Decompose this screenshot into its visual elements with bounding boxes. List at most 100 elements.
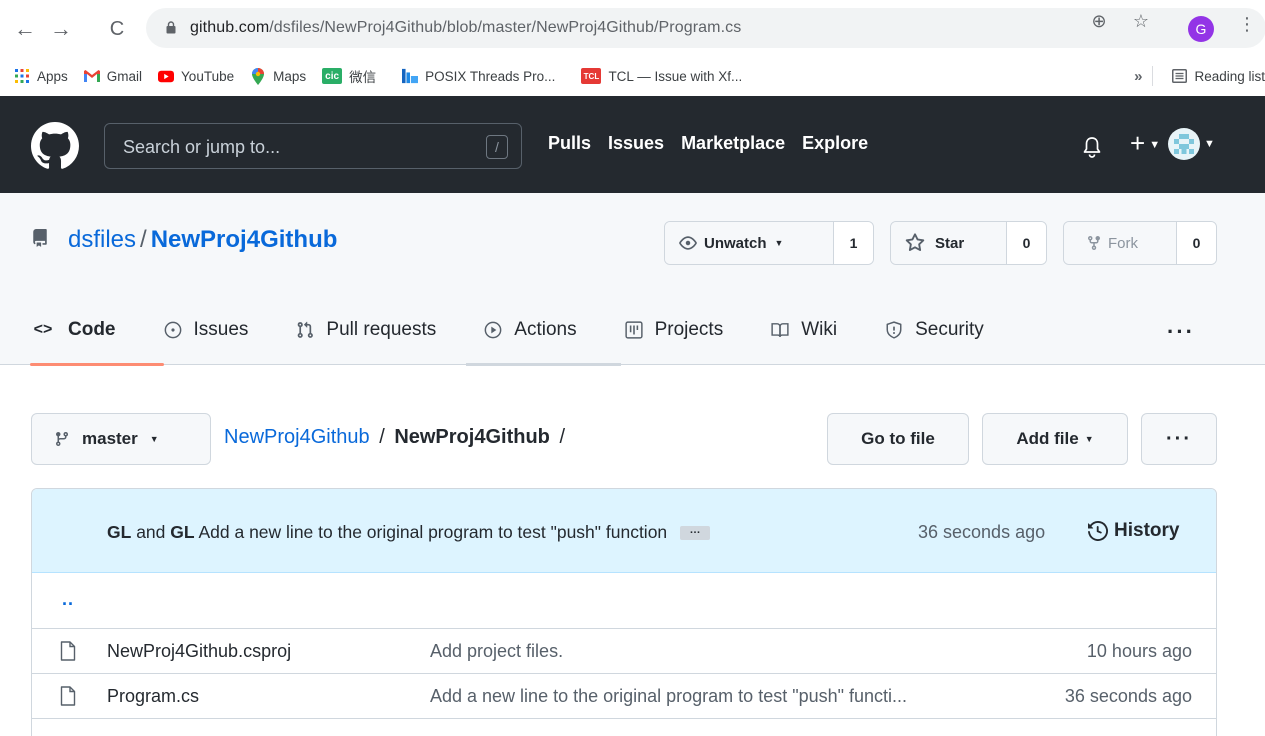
- posix-icon: [402, 68, 419, 84]
- commit-author-2[interactable]: GL: [170, 522, 194, 542]
- github-nav: Pulls Issues Marketplace Explore: [548, 133, 885, 154]
- nav-pulls[interactable]: Pulls: [548, 133, 591, 154]
- breadcrumb-sep: /: [379, 426, 385, 448]
- file-icon: [60, 641, 76, 661]
- github-header: Search or jump to... / Pulls Issues Mark…: [0, 96, 1265, 193]
- breadcrumb: NewProj4Github / NewProj4Github /: [224, 426, 565, 449]
- caret-down-icon: ▼: [1204, 138, 1215, 150]
- search-input[interactable]: Search or jump to... /: [104, 123, 522, 169]
- nav-issues[interactable]: Issues: [608, 133, 664, 154]
- repo-owner-link[interactable]: dsfiles: [68, 226, 136, 253]
- shield-icon: [886, 321, 902, 339]
- history-link[interactable]: History: [1088, 520, 1179, 542]
- repo-name-link[interactable]: NewProj4Github: [151, 226, 338, 253]
- user-menu-button[interactable]: ▼: [1168, 128, 1215, 160]
- commit-message[interactable]: Add a new line to the original program t…: [198, 522, 667, 542]
- profile-avatar[interactable]: G: [1188, 16, 1214, 42]
- play-icon: [484, 321, 502, 339]
- file-list: GL and GL Add a new line to the original…: [31, 488, 1217, 736]
- commit-author-1[interactable]: GL: [107, 522, 131, 542]
- go-to-file-button[interactable]: Go to file: [827, 413, 969, 465]
- fork-count[interactable]: 0: [1176, 222, 1216, 264]
- github-logo-icon[interactable]: [31, 122, 79, 170]
- parent-directory-link[interactable]: ..: [62, 589, 74, 610]
- nav-explore[interactable]: Explore: [802, 133, 868, 154]
- bookmark-gmail[interactable]: Gmail: [76, 62, 150, 90]
- file-age: 10 hours ago: [1086, 641, 1192, 661]
- create-new-button[interactable]: + ▼: [1130, 130, 1160, 158]
- book-icon: [771, 323, 789, 338]
- code-icon: <>: [33, 321, 53, 338]
- tab-wiki[interactable]: Wiki: [771, 295, 859, 365]
- star-count[interactable]: 0: [1006, 222, 1046, 264]
- table-row[interactable]: Program.cs Add a new line to the origina…: [32, 674, 1216, 719]
- table-row[interactable]: NewProj4Github.csproj Add project files.…: [32, 629, 1216, 674]
- reading-list-button[interactable]: Reading list: [1163, 62, 1265, 90]
- reading-list-icon: [1171, 68, 1187, 84]
- expand-commit-button[interactable]: …: [680, 525, 711, 541]
- reload-icon[interactable]: C: [104, 14, 130, 44]
- branch-select-button[interactable]: master ▼: [31, 413, 211, 465]
- issue-opened-icon: [164, 321, 181, 339]
- fork-icon: [1088, 236, 1100, 251]
- tcl-icon: TCL: [581, 68, 602, 84]
- tab-code[interactable]: <> Code: [30, 295, 164, 366]
- repo-title-sep: /: [140, 226, 147, 253]
- browser-menu-icon[interactable]: ⋮: [1238, 14, 1256, 35]
- watch-count[interactable]: 1: [833, 222, 873, 264]
- caret-down-icon: ▼: [149, 434, 159, 444]
- file-name-link[interactable]: Program.cs: [107, 686, 199, 707]
- project-icon: [624, 321, 643, 339]
- nav-marketplace[interactable]: Marketplace: [681, 133, 785, 154]
- star-button[interactable]: Star: [891, 222, 1006, 264]
- repo-header: dsfiles / NewProj4Github Unwatch ▼ 1 Star …: [0, 193, 1265, 366]
- star-icon: [905, 233, 925, 252]
- bookmark-maps[interactable]: Maps: [242, 62, 314, 90]
- tab-pull-requests[interactable]: Pull requests: [296, 295, 458, 365]
- bookmark-star-icon[interactable]: ☆: [1130, 10, 1152, 32]
- more-options-button[interactable]: ···: [1141, 413, 1217, 465]
- forward-arrow-icon[interactable]: →: [48, 14, 74, 44]
- lock-icon: [166, 21, 176, 34]
- bookmark-apps[interactable]: Apps: [0, 62, 76, 90]
- caret-down-icon: ▼: [1149, 139, 1161, 152]
- maps-icon: [250, 67, 266, 85]
- bookmark-tcl[interactable]: TCL TCL — Issue with Xf...: [573, 62, 750, 90]
- file-age: 36 seconds ago: [1064, 686, 1192, 706]
- breadcrumb-trail: /: [559, 426, 566, 448]
- bookmarks-right: » Reading list: [1134, 58, 1265, 94]
- add-file-button[interactable]: Add file ▼: [982, 413, 1128, 465]
- tabs-more-button[interactable]: ···: [1167, 319, 1195, 345]
- file-commit-message[interactable]: Add a new line to the original program t…: [430, 686, 907, 707]
- commit-time[interactable]: 36 seconds ago: [918, 522, 1045, 543]
- bookmarks-divider: [1152, 66, 1154, 86]
- url-text: github.com/dsfiles/NewProj4Github/blob/m…: [190, 19, 742, 36]
- bookmark-posix[interactable]: POSIX Threads Pro...: [394, 62, 563, 90]
- unwatch-button-group: Unwatch ▼ 1: [664, 221, 874, 265]
- tab-projects[interactable]: Projects: [624, 295, 746, 365]
- fork-button-group: Fork 0: [1063, 221, 1217, 265]
- breadcrumb-current: NewProj4Github: [394, 426, 550, 448]
- file-name-link[interactable]: NewProj4Github.csproj: [107, 641, 291, 662]
- search-shortcut-key: /: [486, 135, 508, 159]
- bell-icon[interactable]: [1082, 136, 1102, 158]
- tab-security[interactable]: Security: [885, 295, 1006, 365]
- tab-actions[interactable]: Actions: [466, 295, 622, 366]
- parent-directory-row[interactable]: ..: [32, 573, 1216, 629]
- zoom-icon[interactable]: ⊕: [1088, 10, 1110, 32]
- bookmarks-overflow-button[interactable]: »: [1134, 68, 1142, 85]
- fork-button[interactable]: Fork: [1064, 222, 1176, 264]
- eye-icon: [679, 236, 697, 250]
- pull-request-icon: [298, 321, 314, 338]
- file-commit-message[interactable]: Add project files.: [430, 641, 563, 662]
- tab-issues[interactable]: Issues: [164, 295, 271, 365]
- unwatch-button[interactable]: Unwatch ▼: [665, 222, 833, 264]
- breadcrumb-root-link[interactable]: NewProj4Github: [224, 426, 370, 448]
- bookmark-youtube[interactable]: YouTube: [150, 62, 242, 90]
- bookmark-wechat[interactable]: cic 微信: [314, 62, 384, 90]
- apps-grid-icon: [14, 68, 30, 84]
- history-icon: [1088, 521, 1108, 541]
- browser-chrome: ← → C github.com/dsfiles/NewProj4Github/…: [0, 0, 1265, 58]
- back-arrow-icon[interactable]: ←: [12, 14, 38, 44]
- repo-title: dsfiles / NewProj4Github: [68, 226, 337, 254]
